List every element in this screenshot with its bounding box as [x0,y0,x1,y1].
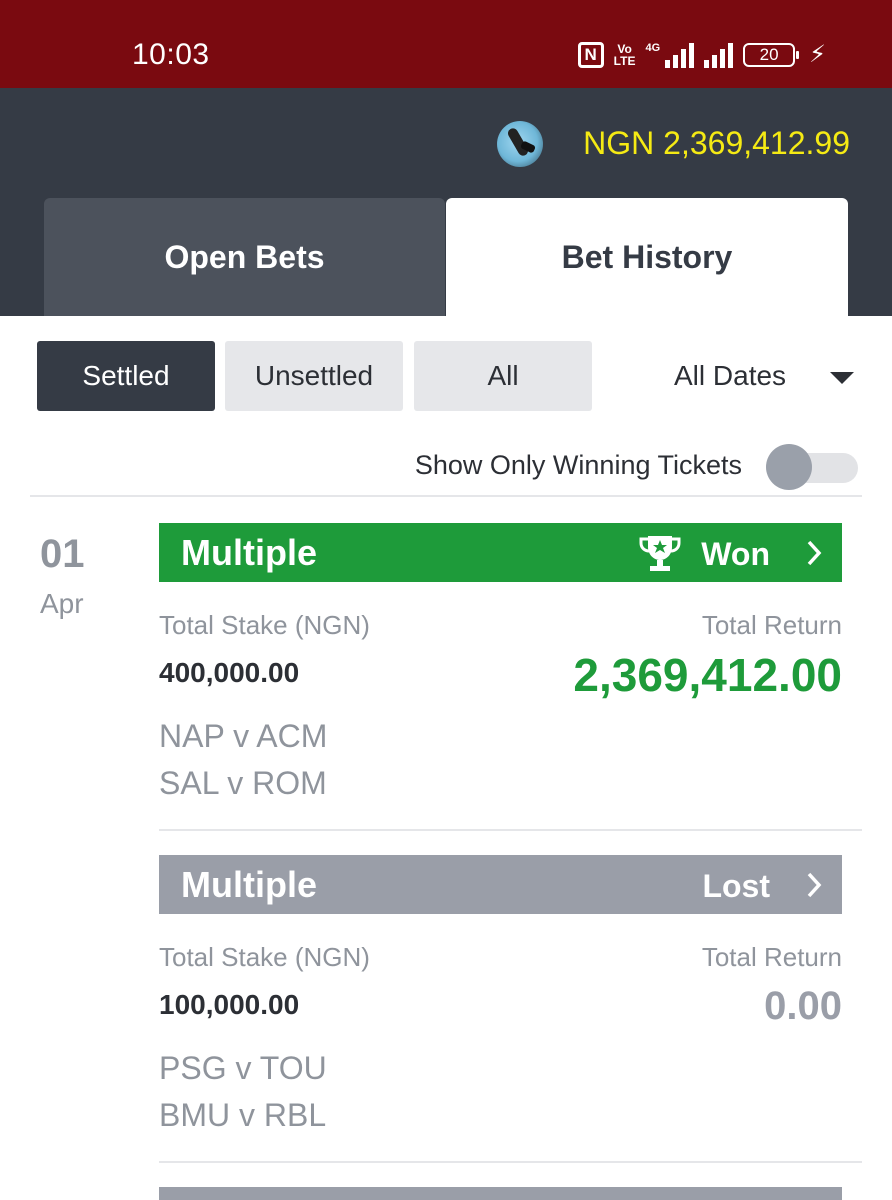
bet-header-won[interactable]: Multiple Won [159,523,842,582]
battery-icon: 20 [743,42,800,67]
date-range-label: All Dates [674,360,787,391]
bet-status: Lost [702,868,770,904]
card-divider [159,1161,862,1163]
match-item: NAP v ACM [159,718,328,754]
return-value: 0.00 [764,984,842,1028]
match-item: SAL v ROM [159,765,327,801]
status-bar: 10:03 N Vo LTE 4G 20 ⚡ [0,0,892,88]
stake-label: Total Stake (NGN) [159,610,370,640]
volte-icon: Vo LTE [613,41,636,68]
winning-tickets-toggle[interactable] [766,444,858,490]
date-range-select[interactable]: All Dates [660,341,860,411]
signal-icon: 4G [645,41,695,68]
account-balance: NGN 2,369,412.99 [583,125,850,161]
charging-icon: ⚡ [809,41,826,68]
signal-icon-2 [704,42,734,68]
tab-bet-history[interactable]: Bet History [446,198,848,316]
match-item: PSG v TOU [159,1050,327,1086]
filter-unsettled-button[interactable]: Unsettled [225,341,403,411]
bet-status: Won [701,536,770,572]
stake-label: Total Stake (NGN) [159,942,370,972]
divider [30,495,862,497]
filter-all-button[interactable]: All [414,341,592,411]
chevron-right-icon [807,540,822,566]
bet-type: Multiple [181,864,317,905]
filter-settled-button[interactable]: Settled [37,341,215,411]
tab-open-bets[interactable]: Open Bets [44,198,445,316]
winning-tickets-row: Show Only Winning Tickets [0,440,892,492]
nfc-icon: N [577,41,604,68]
return-label: Total Return [701,942,842,972]
app-header: NGN 2,369,412.99 Open Bets Bet History [0,88,892,316]
network-type: 4G [645,41,661,54]
caret-down-icon [830,372,854,384]
return-value: 2,369,412.00 [573,649,842,701]
toggle-knob [766,444,812,490]
stake-value: 100,000.00 [159,989,300,1020]
group-day: 01 [40,532,85,576]
winning-tickets-label: Show Only Winning Tickets [414,450,742,480]
match-item: BMU v RBL [159,1097,327,1133]
avatar[interactable] [497,121,543,167]
trophy-icon [639,536,681,571]
chevron-right-icon [807,872,822,898]
bet-header-partial[interactable] [159,1187,842,1200]
stake-value: 400,000.00 [159,657,300,688]
bet-type: Multiple [181,532,317,573]
group-month: Apr [40,588,84,619]
card-divider [159,829,862,831]
return-label: Total Return [701,610,842,640]
bet-header-lost[interactable]: Multiple Lost [159,855,842,914]
status-time: 10:03 [132,38,210,71]
status-icons: N Vo LTE 4G 20 ⚡ [577,40,826,69]
